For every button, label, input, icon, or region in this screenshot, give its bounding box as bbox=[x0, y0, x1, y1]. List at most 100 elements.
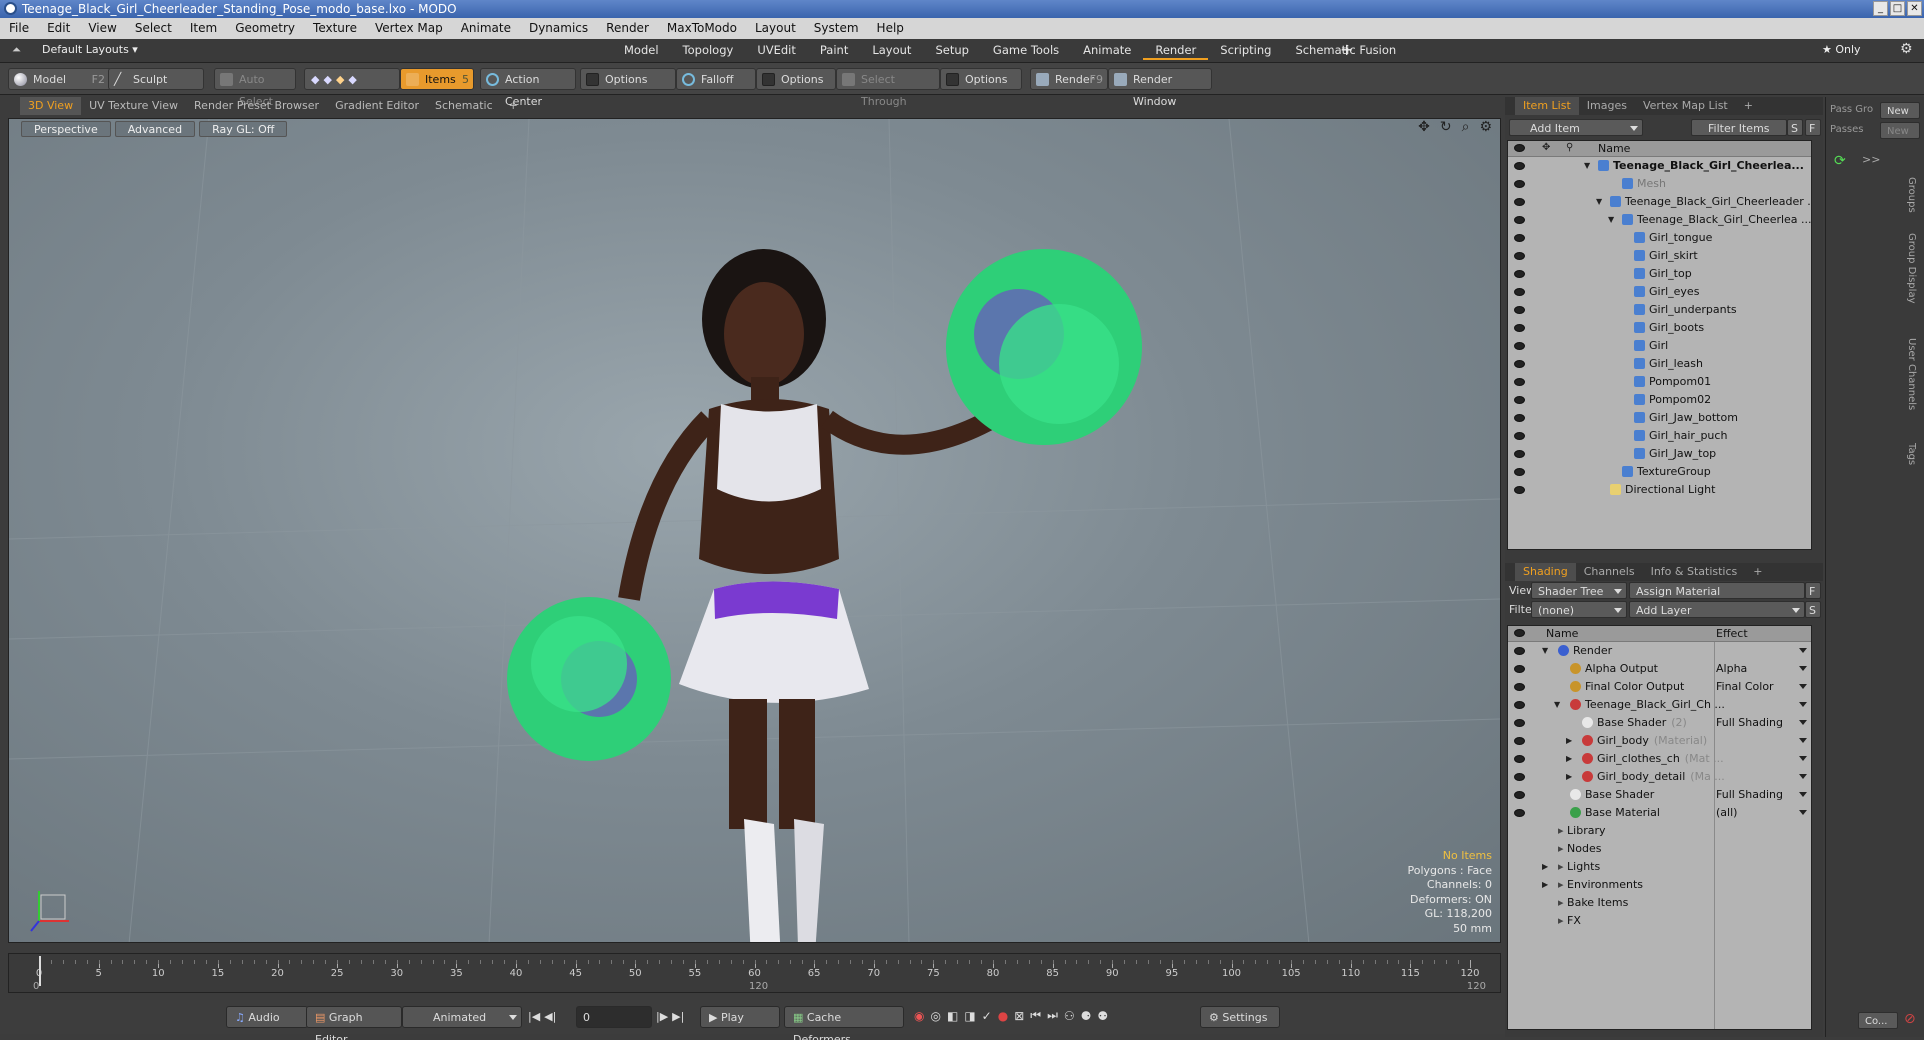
menu-dynamics[interactable]: Dynamics bbox=[520, 18, 597, 39]
shading-s-button[interactable]: S bbox=[1805, 601, 1821, 618]
add-viewport-tab-button[interactable]: + bbox=[501, 97, 526, 115]
visibility-eye-icon[interactable] bbox=[1514, 486, 1525, 494]
shader-row[interactable]: ▶ Girl_body (Material) bbox=[1508, 732, 1811, 750]
vertical-tab-user-channels[interactable]: User Channels bbox=[1906, 338, 1917, 410]
shader-row[interactable]: ▸ Library bbox=[1508, 822, 1811, 840]
viewport-tab-gradient-editor[interactable]: Gradient Editor bbox=[327, 97, 427, 115]
layout-tab-paint[interactable]: Paint bbox=[808, 40, 860, 60]
visibility-eye-icon[interactable] bbox=[1514, 737, 1525, 745]
record-key-icon[interactable]: ◉ bbox=[914, 1009, 924, 1023]
visibility-eye-icon[interactable] bbox=[1514, 270, 1525, 278]
menu-file[interactable]: File bbox=[0, 18, 38, 39]
expand-arrow-icon[interactable]: ▼ bbox=[1596, 193, 1602, 211]
refresh-icon[interactable]: ⟳ bbox=[1834, 153, 1846, 169]
shading-f-button[interactable]: F bbox=[1805, 582, 1821, 599]
delete-key-icon[interactable]: ⊠ bbox=[1014, 1009, 1024, 1023]
new-pass-group-button[interactable]: New bbox=[1880, 102, 1920, 119]
item-list-row[interactable]: Girl_hair_puch bbox=[1508, 427, 1811, 445]
channel-icon[interactable]: ⚇ bbox=[1064, 1009, 1075, 1023]
effect-cell[interactable]: Final Color bbox=[1716, 678, 1774, 696]
shader-row[interactable]: ▼ Render bbox=[1508, 642, 1811, 660]
shader-row[interactable]: ▸ Bake Items bbox=[1508, 894, 1811, 912]
item-list-row[interactable]: Girl_leash bbox=[1508, 355, 1811, 373]
only-toggle[interactable]: ★ Only bbox=[1822, 43, 1861, 56]
item-list-row[interactable]: ▼ Teenage_Black_Girl_Cheerleader ... bbox=[1508, 193, 1811, 211]
layout-tab-model[interactable]: Model bbox=[612, 40, 671, 60]
pan-icon[interactable]: ✥ bbox=[1418, 119, 1430, 135]
action-center-button[interactable]: Action Center bbox=[480, 68, 576, 108]
shader-tree[interactable]: Name Effect ▼ Render Alpha Output Alpha Fina… bbox=[1507, 625, 1812, 1030]
layout-tab-render[interactable]: Render bbox=[1143, 40, 1209, 60]
co-button[interactable]: Co... bbox=[1858, 1012, 1898, 1029]
chevron-down-icon[interactable] bbox=[1799, 648, 1807, 653]
frame-input[interactable]: 0 bbox=[576, 1006, 652, 1028]
viewport-tab-uv-texture-view[interactable]: UV Texture View bbox=[81, 97, 186, 115]
render-window-button[interactable]: Render Window bbox=[1108, 68, 1212, 108]
play-button[interactable]: ▶ Play bbox=[700, 1006, 780, 1028]
assign-material-button[interactable]: Assign Material bbox=[1629, 582, 1805, 599]
layout-tab-layout[interactable]: Layout bbox=[860, 40, 923, 60]
menu-animate[interactable]: Animate bbox=[452, 18, 520, 39]
menu-vertex-map[interactable]: Vertex Map bbox=[366, 18, 452, 39]
add-layer-dropdown[interactable]: Add Layer bbox=[1629, 601, 1805, 618]
visibility-eye-icon[interactable] bbox=[1514, 450, 1525, 458]
set-key-icon[interactable]: ✓ bbox=[982, 1009, 992, 1023]
forward-icon[interactable]: >> bbox=[1862, 153, 1880, 166]
maximize-button[interactable]: □ bbox=[1890, 1, 1905, 16]
next-key-icon[interactable]: ◨ bbox=[964, 1009, 975, 1023]
material-select-icon[interactable]: ◆ bbox=[348, 73, 360, 86]
expand-arrow-icon[interactable]: ▼ bbox=[1542, 642, 1548, 660]
visibility-eye-icon[interactable] bbox=[1514, 396, 1525, 404]
item-list[interactable]: ✥ ⚲ Name ▼ Teenage_Black_Girl_Cheerlea...… bbox=[1507, 140, 1812, 550]
layout-selector[interactable]: Default Layouts ▾ bbox=[42, 43, 138, 56]
rotate-icon[interactable]: ↻ bbox=[1440, 119, 1452, 135]
viewport-tab-render-preset-browser[interactable]: Render Preset Browser bbox=[186, 97, 327, 115]
add-tab-button[interactable]: + bbox=[1745, 563, 1770, 581]
effect-cell[interactable]: (all) bbox=[1716, 804, 1737, 822]
shader-row[interactable]: ▸ Nodes bbox=[1508, 840, 1811, 858]
audio-button[interactable]: ♫ Audio bbox=[226, 1006, 308, 1028]
tab-vertex-map-list[interactable]: Vertex Map List bbox=[1635, 97, 1736, 115]
item-list-row[interactable]: ▼ Teenage_Black_Girl_Cheerlea ... bbox=[1508, 211, 1811, 229]
cache-deformers-button[interactable]: ▦ Cache Deformers bbox=[784, 1006, 904, 1040]
item-list-row[interactable]: Mesh bbox=[1508, 175, 1811, 193]
minimize-button[interactable]: _ bbox=[1873, 1, 1888, 16]
item-list-row[interactable]: Girl bbox=[1508, 337, 1811, 355]
stop-icon[interactable]: ⊘ bbox=[1904, 1011, 1916, 1027]
menu-layout[interactable]: Layout bbox=[746, 18, 805, 39]
visibility-eye-icon[interactable] bbox=[1514, 378, 1525, 386]
layout-tab-topology[interactable]: Topology bbox=[671, 40, 746, 60]
raygl-button[interactable]: Ray GL: Off bbox=[199, 121, 288, 137]
item-f-button[interactable]: F bbox=[1805, 119, 1821, 136]
skip-to-start-icon[interactable]: |◀ bbox=[528, 1010, 540, 1023]
chevron-down-icon[interactable] bbox=[1799, 774, 1807, 779]
visibility-eye-icon[interactable] bbox=[1514, 809, 1525, 817]
layout-tab-animate[interactable]: Animate bbox=[1071, 40, 1143, 60]
visibility-eye-icon[interactable] bbox=[1514, 719, 1525, 727]
expand-arrow-icon[interactable]: ▶ bbox=[1566, 768, 1572, 786]
item-list-row[interactable]: Pompom02 bbox=[1508, 391, 1811, 409]
item-list-row[interactable]: Girl_boots bbox=[1508, 319, 1811, 337]
layout-gear-icon[interactable]: ⚙ bbox=[1900, 41, 1913, 57]
auto-select-button[interactable]: Auto Select bbox=[214, 68, 296, 108]
vertical-tab-groups[interactable]: Groups bbox=[1906, 177, 1917, 213]
viewport-tab-schematic[interactable]: Schematic bbox=[427, 97, 501, 115]
filter-items-field[interactable]: Filter Items bbox=[1691, 119, 1787, 136]
shader-row[interactable]: ▶ ▸ Lights bbox=[1508, 858, 1811, 876]
vertex-select-icon[interactable]: ◆ bbox=[311, 73, 323, 86]
model-mode-button[interactable]: Model F2 bbox=[8, 68, 112, 90]
chevron-down-icon[interactable] bbox=[1799, 810, 1807, 815]
item-s-button[interactable]: S bbox=[1787, 119, 1803, 136]
polygon-select-icon[interactable]: ◆ bbox=[336, 73, 348, 86]
select-through-button[interactable]: Select Through bbox=[836, 68, 940, 108]
visibility-eye-icon[interactable] bbox=[1514, 324, 1525, 332]
item-list-row[interactable]: Girl_skirt bbox=[1508, 247, 1811, 265]
visibility-eye-icon[interactable] bbox=[1514, 755, 1525, 763]
shader-row[interactable]: ▶ Girl_clothes_ch (Mat ... bbox=[1508, 750, 1811, 768]
channel3-icon[interactable]: ⚉ bbox=[1097, 1009, 1108, 1023]
view-dropdown[interactable]: Shader Tree bbox=[1531, 582, 1627, 599]
item-list-row[interactable]: Girl_Jaw_bottom bbox=[1508, 409, 1811, 427]
visibility-eye-icon[interactable] bbox=[1514, 414, 1525, 422]
chevron-down-icon[interactable] bbox=[1799, 756, 1807, 761]
shader-row[interactable]: ▶ Girl_body_detail (Ma ... bbox=[1508, 768, 1811, 786]
